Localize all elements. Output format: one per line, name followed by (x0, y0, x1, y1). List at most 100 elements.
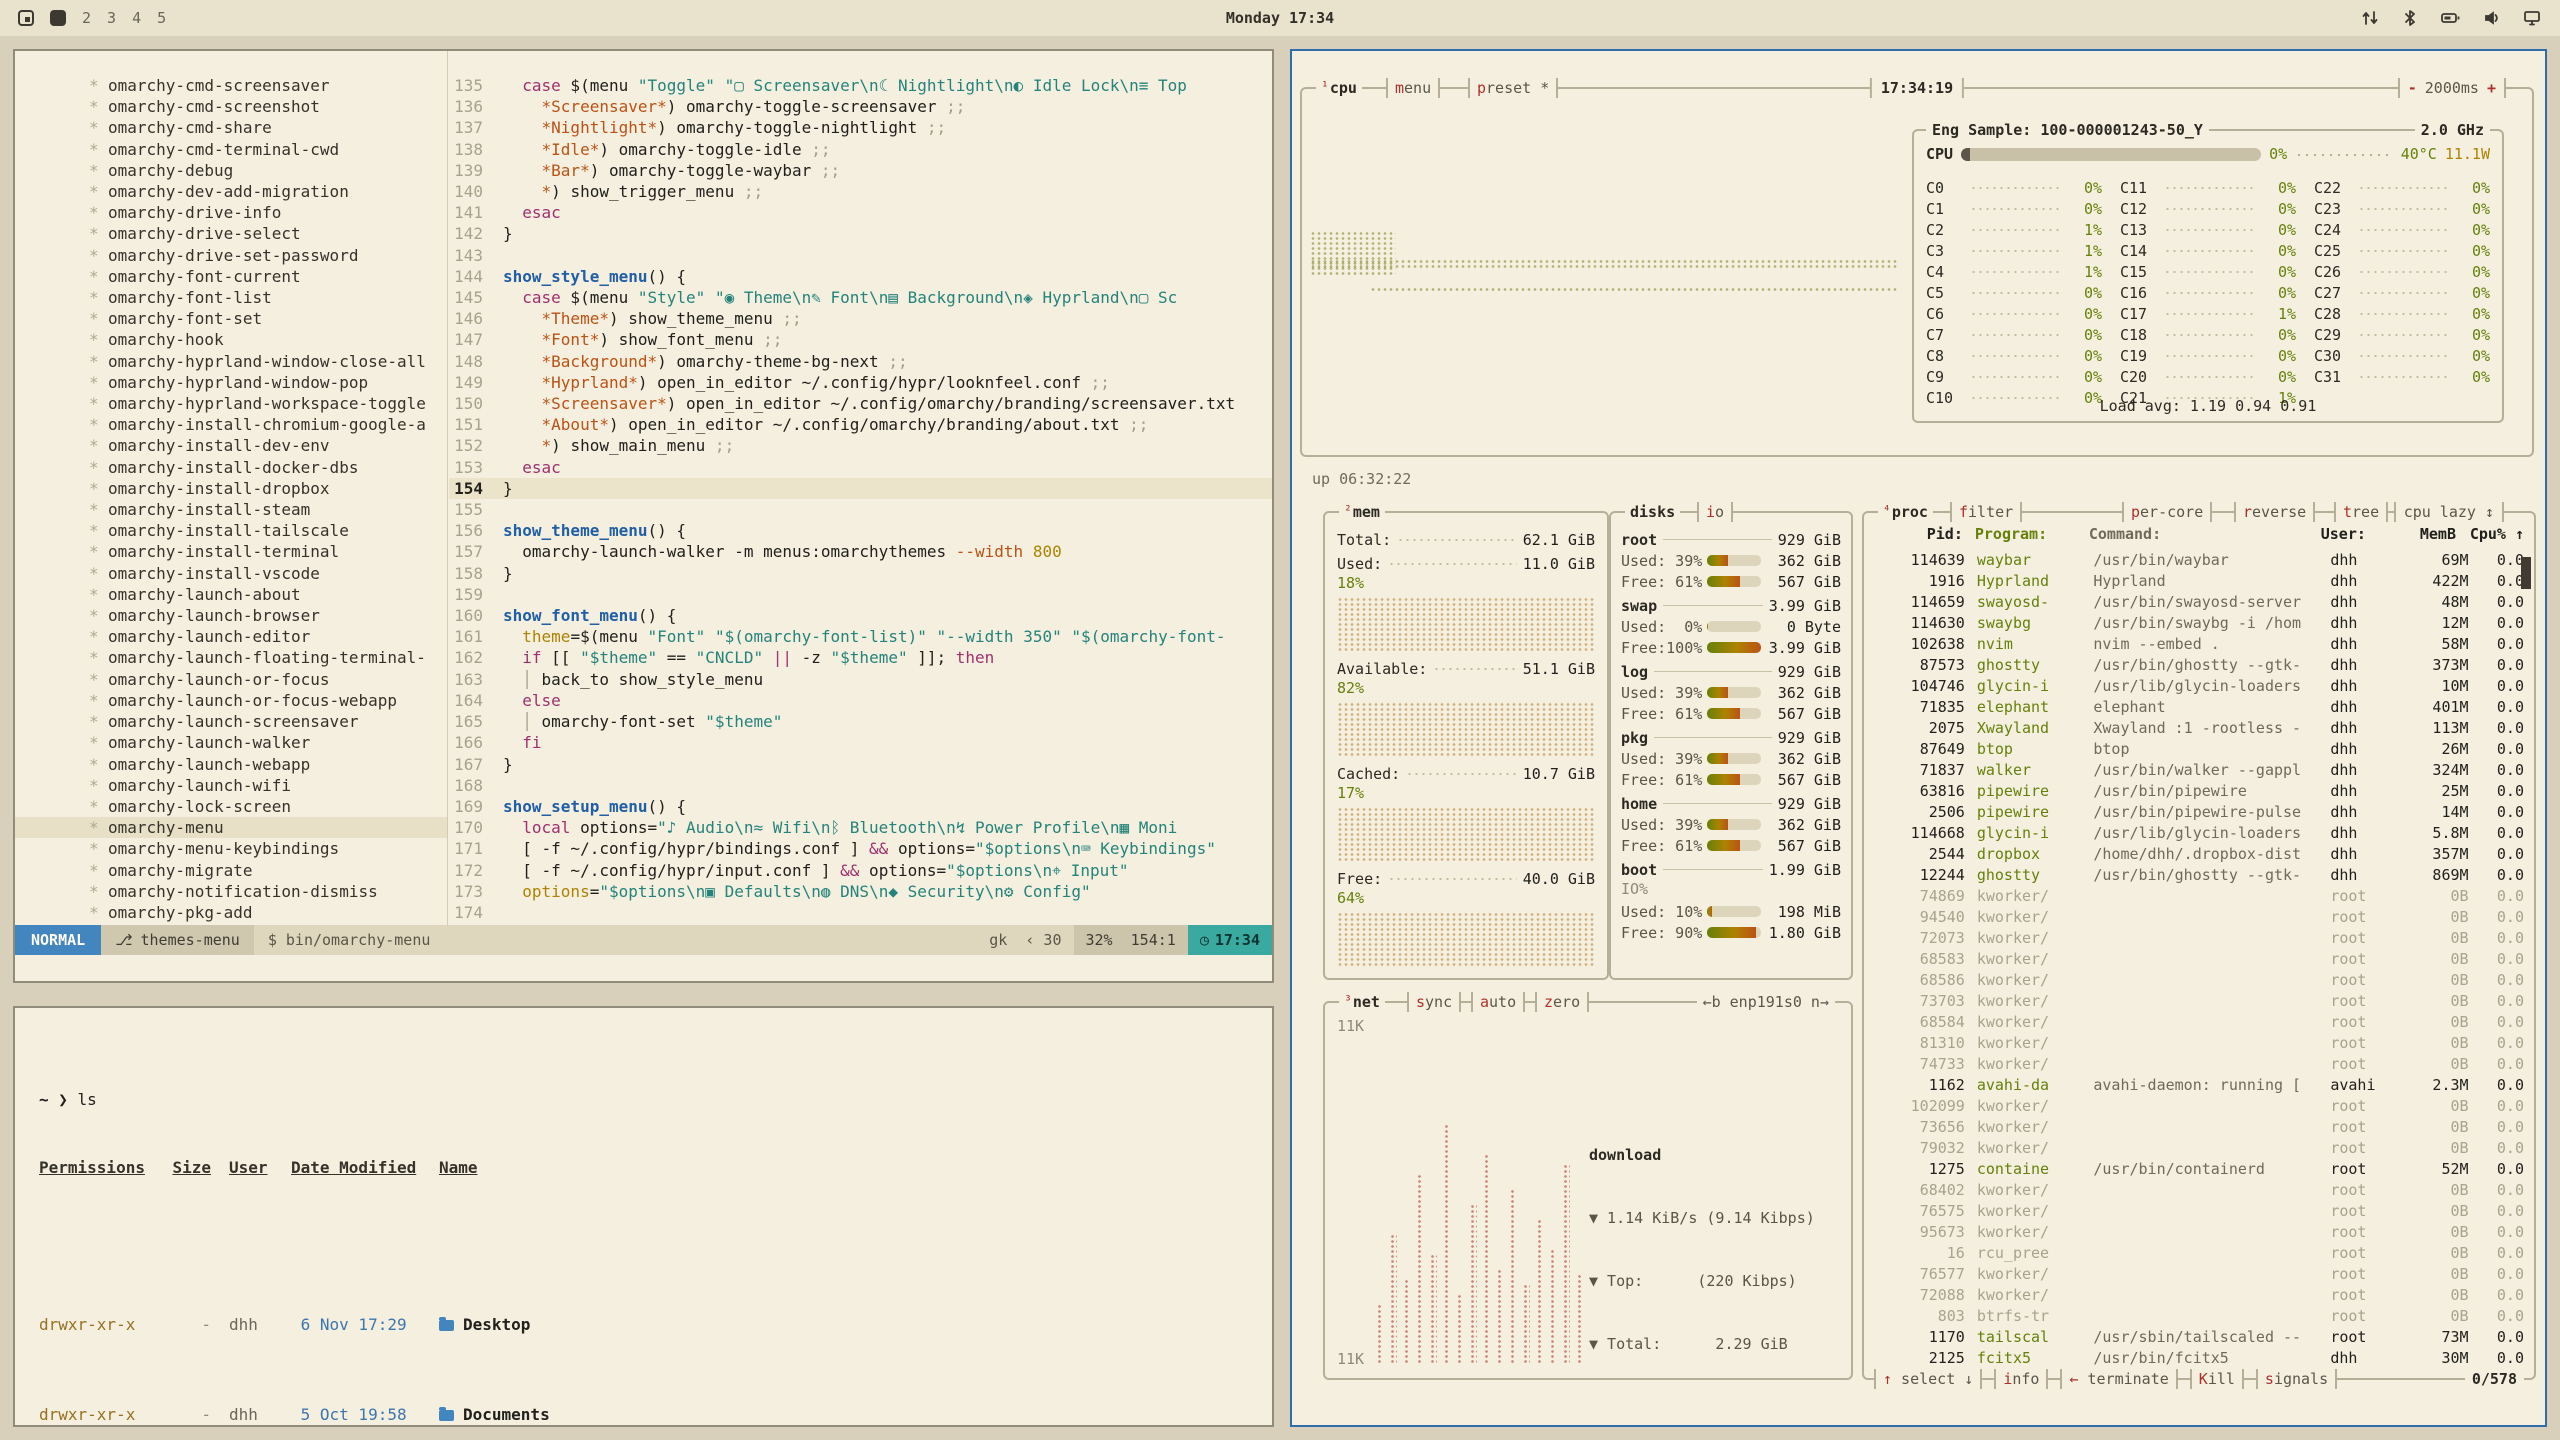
process-row[interactable]: 71837 walker /usr/bin/walker --gappl dhh… (1874, 759, 2524, 780)
menu-button[interactable]: menu (1386, 78, 1440, 98)
file-item[interactable]: *omarchy-install-dropbox (15, 478, 447, 499)
process-row[interactable]: 74733 kworker/ root 0B 0.0 (1874, 1053, 2524, 1074)
preset-button[interactable]: preset * (1468, 78, 1558, 98)
auto-button[interactable]: auto (1471, 992, 1525, 1012)
process-row[interactable]: 72073 kworker/ root 0B 0.0 (1874, 927, 2524, 948)
info-control[interactable]: info (1994, 1369, 2048, 1389)
process-row[interactable]: 68402 kworker/ root 0B 0.0 (1874, 1179, 2524, 1200)
io-button[interactable]: io (1697, 502, 1733, 522)
sort-selector[interactable]: cpu lazy ↕ (2394, 502, 2504, 522)
process-row[interactable]: 94540 kworker/ root 0B 0.0 (1874, 906, 2524, 927)
process-row[interactable]: 2075 Xwayland Xwayland :1 -rootless - dh… (1874, 717, 2524, 738)
process-row[interactable]: 2544 dropbox /home/dhh/.dropbox-dist dhh… (1874, 843, 2524, 864)
process-row[interactable]: 12244 ghostty /usr/bin/ghostty --gtk- dh… (1874, 864, 2524, 885)
file-item[interactable]: *omarchy-launch-browser (15, 605, 447, 626)
process-row[interactable]: 76575 kworker/ root 0B 0.0 (1874, 1200, 2524, 1221)
proc-scrollbar-thumb[interactable] (2521, 557, 2531, 589)
workspace-3[interactable]: 3 (107, 9, 116, 27)
file-item[interactable]: *omarchy-cmd-screensaver (15, 75, 447, 96)
process-row[interactable]: 73656 kworker/ root 0B 0.0 (1874, 1116, 2524, 1137)
file-item[interactable]: *omarchy-launch-webapp (15, 754, 447, 775)
process-row[interactable]: 87649 btop btop dhh 26M 0.0 (1874, 738, 2524, 759)
file-item[interactable]: *omarchy-launch-wifi (15, 775, 447, 796)
file-item[interactable]: *omarchy-notification-dismiss (15, 881, 447, 902)
process-row[interactable]: 68584 kworker/ root 0B 0.0 (1874, 1011, 2524, 1032)
workspace-5[interactable]: 5 (157, 9, 166, 27)
file-item[interactable]: *omarchy-menu-keybindings (15, 838, 447, 859)
process-row[interactable]: 102638 nvim nvim --embed . dhh 58M 0.0 (1874, 633, 2524, 654)
process-row[interactable]: 1170 tailscal /usr/sbin/tailscaled -- ro… (1874, 1326, 2524, 1347)
process-row[interactable]: 76577 kworker/ root 0B 0.0 (1874, 1263, 2524, 1284)
file-item[interactable]: *omarchy-debug (15, 160, 447, 181)
workspace-1-active[interactable] (50, 10, 66, 26)
process-row[interactable]: 102099 kworker/ root 0B 0.0 (1874, 1095, 2524, 1116)
file-item[interactable]: *omarchy-install-dev-env (15, 435, 447, 456)
updates-icon[interactable] (2360, 8, 2380, 28)
process-row[interactable]: 114668 glycin-i /usr/lib/glycin-loaders … (1874, 822, 2524, 843)
select-control[interactable]: ↑ select ↓ (1874, 1369, 1982, 1389)
process-row[interactable]: 74869 kworker/ root 0B 0.0 (1874, 885, 2524, 906)
file-item[interactable]: *omarchy-lock-screen (15, 796, 447, 817)
process-row[interactable]: 81310 kworker/ root 0B 0.0 (1874, 1032, 2524, 1053)
file-item[interactable]: *omarchy-hyprland-window-close-all (15, 351, 447, 372)
file-item[interactable]: *omarchy-font-current (15, 266, 447, 287)
file-item[interactable]: *omarchy-cmd-screenshot (15, 96, 447, 117)
workspace-2[interactable]: 2 (82, 9, 91, 27)
process-row[interactable]: 79032 kworker/ root 0B 0.0 (1874, 1137, 2524, 1158)
process-row[interactable]: 73703 kworker/ root 0B 0.0 (1874, 990, 2524, 1011)
file-item[interactable]: *omarchy-migrate (15, 860, 447, 881)
file-item[interactable]: *omarchy-launch-about (15, 584, 447, 605)
workspace-4[interactable]: 4 (132, 9, 141, 27)
file-item[interactable]: *omarchy-dev-add-migration (15, 181, 447, 202)
process-row[interactable]: 95673 kworker/ root 0B 0.0 (1874, 1221, 2524, 1242)
file-item[interactable]: *omarchy-launch-editor (15, 626, 447, 647)
file-item[interactable]: *omarchy-hyprland-workspace-toggle (15, 393, 447, 414)
file-item[interactable]: *omarchy-install-steam (15, 499, 447, 520)
file-item[interactable]: *omarchy-cmd-terminal-cwd (15, 139, 447, 160)
filter-button[interactable]: filter (1950, 502, 2022, 522)
process-row[interactable]: 2506 pipewire /usr/bin/pipewire-pulse dh… (1874, 801, 2524, 822)
file-item[interactable]: *omarchy-font-set (15, 308, 447, 329)
process-row[interactable]: 104746 glycin-i /usr/lib/glycin-loaders … (1874, 675, 2524, 696)
file-item[interactable]: *omarchy-launch-floating-terminal- (15, 647, 447, 668)
process-row[interactable]: 68586 kworker/ root 0B 0.0 (1874, 969, 2524, 990)
process-row[interactable]: 2125 fcitx5 /usr/bin/fcitx5 dhh 30M 0.0 (1874, 1347, 2524, 1366)
file-item[interactable]: *omarchy-install-docker-dbs (15, 457, 447, 478)
monitor-icon[interactable] (2522, 8, 2542, 28)
process-row[interactable]: 87573 ghostty /usr/bin/ghostty --gtk- dh… (1874, 654, 2524, 675)
kill-control[interactable]: Kill (2190, 1369, 2244, 1389)
launcher-icon[interactable] (18, 10, 34, 26)
file-item[interactable]: *omarchy-hook (15, 329, 447, 350)
zero-button[interactable]: zero (1535, 992, 1589, 1012)
battery-icon[interactable] (2440, 8, 2462, 28)
file-item[interactable]: *omarchy-install-vscode (15, 563, 447, 584)
process-row[interactable]: 16 rcu_pree root 0B 0.0 (1874, 1242, 2524, 1263)
file-item[interactable]: *omarchy-pkg-add (15, 902, 447, 923)
process-row[interactable]: 114639 waybar /usr/bin/waybar dhh 69M 0.… (1874, 549, 2524, 570)
signals-control[interactable]: signals (2256, 1369, 2337, 1389)
net-interface[interactable]: ←b enp191s0 n→ (1697, 992, 1835, 1012)
terminal-window[interactable]: ~ ❯ ls PermissionsSizeUserDate ModifiedN… (13, 1006, 1274, 1427)
process-row[interactable]: 114659 swayosd- /usr/bin/swayosd-server … (1874, 591, 2524, 612)
bluetooth-icon[interactable] (2400, 8, 2420, 28)
file-item[interactable]: *omarchy-launch-or-focus-webapp (15, 690, 447, 711)
file-item[interactable]: *omarchy-install-tailscale (15, 520, 447, 541)
file-item[interactable]: *omarchy-launch-screensaver (15, 711, 447, 732)
file-item[interactable]: *omarchy-drive-select (15, 223, 447, 244)
file-item[interactable]: *omarchy-menu (15, 817, 447, 838)
file-item[interactable]: *omarchy-cmd-share (15, 117, 447, 138)
file-item[interactable]: *omarchy-drive-info (15, 202, 447, 223)
terminate-control[interactable]: ← terminate (2060, 1369, 2177, 1389)
reverse-button[interactable]: reverse (2234, 502, 2315, 522)
file-item[interactable]: *omarchy-drive-set-password (15, 245, 447, 266)
process-row[interactable]: 114630 swaybg /usr/bin/swaybg -i /hom dh… (1874, 612, 2524, 633)
tree-button[interactable]: tree (2334, 502, 2388, 522)
volume-icon[interactable] (2482, 8, 2502, 28)
file-item[interactable]: *omarchy-hyprland-window-pop (15, 372, 447, 393)
file-item[interactable]: *omarchy-install-terminal (15, 541, 447, 562)
file-item[interactable]: *omarchy-font-list (15, 287, 447, 308)
process-row[interactable]: 1275 containe /usr/bin/containerd root 5… (1874, 1158, 2524, 1179)
file-item[interactable]: *omarchy-launch-or-focus (15, 669, 447, 690)
file-item[interactable]: *omarchy-launch-walker (15, 732, 447, 753)
process-row[interactable]: 1162 avahi-da avahi-daemon: running [ av… (1874, 1074, 2524, 1095)
